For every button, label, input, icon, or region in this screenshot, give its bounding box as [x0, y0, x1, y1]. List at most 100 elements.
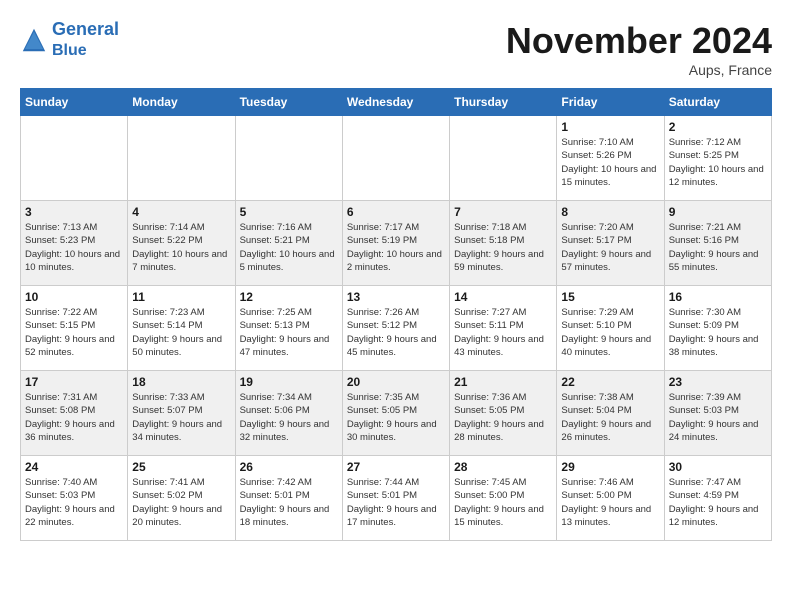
day-info: Sunrise: 7:17 AM Sunset: 5:19 PM Dayligh…	[347, 221, 445, 274]
day-cell: 29 Sunrise: 7:46 AM Sunset: 5:00 PM Dayli…	[557, 456, 664, 541]
day-info: Sunrise: 7:46 AM Sunset: 5:00 PM Dayligh…	[561, 476, 659, 529]
day-number: 29	[561, 460, 659, 474]
day-info: Sunrise: 7:40 AM Sunset: 5:03 PM Dayligh…	[25, 476, 123, 529]
day-info: Sunrise: 7:36 AM Sunset: 5:05 PM Dayligh…	[454, 391, 552, 444]
day-cell: 7 Sunrise: 7:18 AM Sunset: 5:18 PM Daylig…	[450, 201, 557, 286]
day-info: Sunrise: 7:38 AM Sunset: 5:04 PM Dayligh…	[561, 391, 659, 444]
week-row-5: 24 Sunrise: 7:40 AM Sunset: 5:03 PM Dayli…	[21, 456, 772, 541]
day-number: 2	[669, 120, 767, 134]
day-cell: 2Sunrise: 7:12 AM Sunset: 5:25 PM Daylig…	[664, 116, 771, 201]
day-cell: 9Sunrise: 7:21 AM Sunset: 5:16 PM Daylig…	[664, 201, 771, 286]
weekday-header-sunday: Sunday	[21, 89, 128, 116]
day-cell: 20Sunrise: 7:35 AM Sunset: 5:05 PM Dayli…	[342, 371, 449, 456]
day-cell	[342, 116, 449, 201]
day-number: 7	[454, 205, 552, 219]
day-cell	[235, 116, 342, 201]
day-number: 6	[347, 205, 445, 219]
day-number: 28	[454, 460, 552, 474]
day-cell	[450, 116, 557, 201]
day-info: Sunrise: 7:44 AM Sunset: 5:01 PM Dayligh…	[347, 476, 445, 529]
day-info: Sunrise: 7:27 AM Sunset: 5:11 PM Dayligh…	[454, 306, 552, 359]
day-cell: 3 Sunrise: 7:13 AM Sunset: 5:23 PM Daylig…	[21, 201, 128, 286]
day-info: Sunrise: 7:33 AM Sunset: 5:07 PM Dayligh…	[132, 391, 230, 444]
day-info: Sunrise: 7:31 AM Sunset: 5:08 PM Dayligh…	[25, 391, 123, 444]
day-number: 24	[25, 460, 123, 474]
day-number: 10	[25, 290, 123, 304]
day-number: 8	[561, 205, 659, 219]
day-cell: 19 Sunrise: 7:34 AM Sunset: 5:06 PM Dayli…	[235, 371, 342, 456]
day-info: Sunrise: 7:26 AM Sunset: 5:12 PM Dayligh…	[347, 306, 445, 359]
day-cell	[128, 116, 235, 201]
day-cell: 30 Sunrise: 7:47 AM Sunset: 4:59 PM Dayli…	[664, 456, 771, 541]
day-cell: 21 Sunrise: 7:36 AM Sunset: 5:05 PM Dayli…	[450, 371, 557, 456]
weekday-header-row: SundayMondayTuesdayWednesdayThursdayFrid…	[21, 89, 772, 116]
day-info: Sunrise: 7:30 AM Sunset: 5:09 PM Dayligh…	[669, 306, 767, 359]
day-info: Sunrise: 7:13 AM Sunset: 5:23 PM Dayligh…	[25, 221, 123, 274]
day-number: 11	[132, 290, 230, 304]
weekday-header-wednesday: Wednesday	[342, 89, 449, 116]
day-cell: 22 Sunrise: 7:38 AM Sunset: 5:04 PM Dayli…	[557, 371, 664, 456]
day-number: 21	[454, 375, 552, 389]
day-cell: 12 Sunrise: 7:25 AM Sunset: 5:13 PM Dayli…	[235, 286, 342, 371]
day-info: Sunrise: 7:23 AM Sunset: 5:14 PM Dayligh…	[132, 306, 230, 359]
day-number: 26	[240, 460, 338, 474]
day-cell: 1 Sunrise: 7:10 AM Sunset: 5:26 PM Daylig…	[557, 116, 664, 201]
day-cell: 27 Sunrise: 7:44 AM Sunset: 5:01 PM Dayli…	[342, 456, 449, 541]
weekday-header-tuesday: Tuesday	[235, 89, 342, 116]
day-number: 5	[240, 205, 338, 219]
day-number: 23	[669, 375, 767, 389]
page-header: General Blue November 2024 Aups, France	[20, 20, 772, 78]
weekday-header-thursday: Thursday	[450, 89, 557, 116]
logo: General Blue	[20, 20, 119, 60]
day-number: 22	[561, 375, 659, 389]
day-number: 17	[25, 375, 123, 389]
day-info: Sunrise: 7:25 AM Sunset: 5:13 PM Dayligh…	[240, 306, 338, 359]
day-cell: 24 Sunrise: 7:40 AM Sunset: 5:03 PM Dayli…	[21, 456, 128, 541]
day-info: Sunrise: 7:14 AM Sunset: 5:22 PM Dayligh…	[132, 221, 230, 274]
day-cell: 13 Sunrise: 7:26 AM Sunset: 5:12 PM Dayli…	[342, 286, 449, 371]
day-number: 25	[132, 460, 230, 474]
day-cell: 18Sunrise: 7:33 AM Sunset: 5:07 PM Dayli…	[128, 371, 235, 456]
week-row-4: 17 Sunrise: 7:31 AM Sunset: 5:08 PM Dayli…	[21, 371, 772, 456]
day-number: 12	[240, 290, 338, 304]
day-info: Sunrise: 7:34 AM Sunset: 5:06 PM Dayligh…	[240, 391, 338, 444]
logo-line1: General	[52, 19, 119, 39]
logo-text: General Blue	[52, 20, 119, 60]
weekday-header-saturday: Saturday	[664, 89, 771, 116]
day-number: 16	[669, 290, 767, 304]
day-info: Sunrise: 7:39 AM Sunset: 5:03 PM Dayligh…	[669, 391, 767, 444]
day-cell: 6 Sunrise: 7:17 AM Sunset: 5:19 PM Daylig…	[342, 201, 449, 286]
day-cell: 14Sunrise: 7:27 AM Sunset: 5:11 PM Dayli…	[450, 286, 557, 371]
day-info: Sunrise: 7:41 AM Sunset: 5:02 PM Dayligh…	[132, 476, 230, 529]
day-info: Sunrise: 7:18 AM Sunset: 5:18 PM Dayligh…	[454, 221, 552, 274]
day-info: Sunrise: 7:10 AM Sunset: 5:26 PM Dayligh…	[561, 136, 659, 189]
day-cell: 28Sunrise: 7:45 AM Sunset: 5:00 PM Dayli…	[450, 456, 557, 541]
logo-icon	[20, 26, 48, 54]
day-number: 15	[561, 290, 659, 304]
week-row-3: 10 Sunrise: 7:22 AM Sunset: 5:15 PM Dayli…	[21, 286, 772, 371]
day-cell: 8 Sunrise: 7:20 AM Sunset: 5:17 PM Daylig…	[557, 201, 664, 286]
day-number: 3	[25, 205, 123, 219]
weekday-header-monday: Monday	[128, 89, 235, 116]
week-row-2: 3 Sunrise: 7:13 AM Sunset: 5:23 PM Daylig…	[21, 201, 772, 286]
week-row-1: 1 Sunrise: 7:10 AM Sunset: 5:26 PM Daylig…	[21, 116, 772, 201]
day-info: Sunrise: 7:22 AM Sunset: 5:15 PM Dayligh…	[25, 306, 123, 359]
day-cell: 25 Sunrise: 7:41 AM Sunset: 5:02 PM Dayli…	[128, 456, 235, 541]
day-info: Sunrise: 7:20 AM Sunset: 5:17 PM Dayligh…	[561, 221, 659, 274]
day-info: Sunrise: 7:47 AM Sunset: 4:59 PM Dayligh…	[669, 476, 767, 529]
day-number: 30	[669, 460, 767, 474]
day-number: 19	[240, 375, 338, 389]
day-number: 9	[669, 205, 767, 219]
weekday-header-friday: Friday	[557, 89, 664, 116]
day-number: 13	[347, 290, 445, 304]
day-number: 27	[347, 460, 445, 474]
day-cell: 11 Sunrise: 7:23 AM Sunset: 5:14 PM Dayli…	[128, 286, 235, 371]
title-area: November 2024 Aups, France	[506, 20, 772, 78]
logo-line2: Blue	[52, 42, 87, 59]
day-cell: 15 Sunrise: 7:29 AM Sunset: 5:10 PM Dayli…	[557, 286, 664, 371]
day-cell: 10 Sunrise: 7:22 AM Sunset: 5:15 PM Dayli…	[21, 286, 128, 371]
day-info: Sunrise: 7:29 AM Sunset: 5:10 PM Dayligh…	[561, 306, 659, 359]
day-number: 4	[132, 205, 230, 219]
day-info: Sunrise: 7:42 AM Sunset: 5:01 PM Dayligh…	[240, 476, 338, 529]
day-number: 1	[561, 120, 659, 134]
